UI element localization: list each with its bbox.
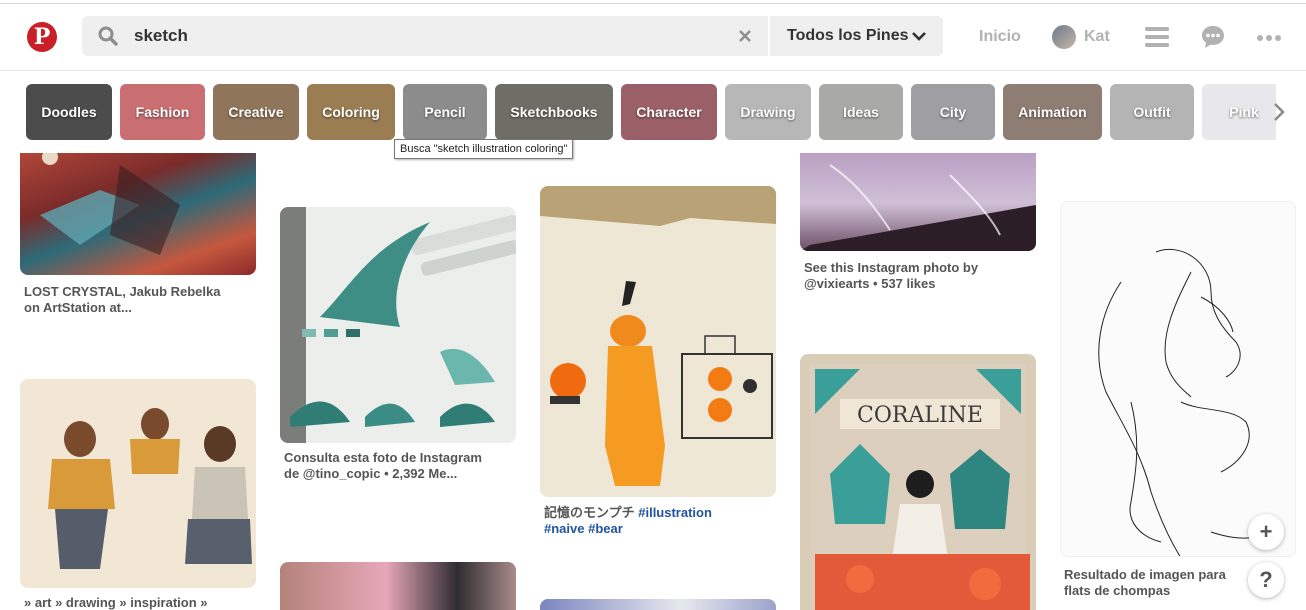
chip-pink[interactable]: Pink [1202, 84, 1276, 140]
pinterest-logo-icon[interactable]: P [27, 22, 57, 52]
scope-label: Todos los Pines [787, 27, 909, 44]
illustration-image [1098, 248, 1257, 556]
pin-image[interactable] [1060, 201, 1296, 557]
hashtag-link[interactable]: #illustration [638, 505, 712, 520]
illustration-image [40, 153, 180, 255]
pin-image[interactable] [540, 599, 776, 610]
pin-description-text: 記憶のモンプチ [544, 505, 639, 520]
header: P Todos los Pines Inicio Kat [0, 4, 1306, 71]
nav-home-link[interactable]: Inicio [979, 28, 1021, 46]
scope-dropdown[interactable]: Todos los Pines [769, 16, 943, 56]
clear-icon[interactable] [736, 27, 754, 45]
pin-description: Consulta esta foto de Instagram de @tino… [284, 450, 482, 481]
pin-card[interactable]: See this Instagram photo by @vixiearts •… [800, 153, 1036, 313]
illustration-image [280, 207, 516, 443]
add-pin-button[interactable]: + [1248, 514, 1284, 550]
pin-image[interactable] [280, 207, 516, 443]
chevron-right-icon[interactable] [1271, 102, 1287, 122]
chip-coloring[interactable]: Coloring [307, 84, 395, 140]
search-bar [82, 16, 768, 56]
chip-city[interactable]: City [911, 84, 995, 140]
pin-image[interactable] [800, 153, 1036, 251]
illustration-image: CORALINE [810, 364, 1030, 610]
chip-creative[interactable]: Creative [213, 84, 299, 140]
chip-fashion[interactable]: Fashion [120, 84, 205, 140]
menu-icon[interactable] [1145, 26, 1169, 48]
pin-description: LOST CRYSTAL, Jakub Rebelka on ArtStatio… [24, 284, 221, 315]
pin-image[interactable] [280, 562, 516, 610]
pin-feed: LOST CRYSTAL, Jakub Rebelka on ArtStatio… [0, 153, 1306, 610]
pin-image[interactable] [20, 153, 256, 275]
pin-card[interactable]: 記憶のモンプチ #illustration #naive #bear [540, 186, 776, 546]
illustration-image [48, 408, 252, 569]
pin-image[interactable]: CORALINE [800, 354, 1036, 610]
chip-pencil[interactable]: Pencil [403, 84, 487, 140]
pin-description: 記憶のモンプチ #illustration #naive #bear [544, 505, 769, 537]
pin-card[interactable] [540, 599, 776, 610]
pin-card[interactable]: CORALINE [800, 354, 1036, 610]
pin-description: Resultado de imagen para flats de chompa… [1064, 567, 1226, 598]
avatar[interactable] [1052, 25, 1076, 49]
pin-card[interactable] [280, 562, 516, 610]
pin-card[interactable]: Consulta esta foto de Instagram de @tino… [280, 207, 516, 507]
pin-card[interactable]: LOST CRYSTAL, Jakub Rebelka on ArtStatio… [20, 153, 256, 323]
pin-image[interactable] [540, 186, 776, 497]
help-button[interactable]: ? [1248, 562, 1284, 598]
chip-ideas[interactable]: Ideas [819, 84, 903, 140]
chip-drawing[interactable]: Drawing [725, 84, 811, 140]
tooltip: Busca "sketch illustration coloring" [394, 139, 574, 159]
user-name-link[interactable]: Kat [1084, 28, 1110, 46]
svg-text:CORALINE: CORALINE [857, 403, 983, 428]
pin-description: See this Instagram photo by @vixiearts •… [804, 260, 979, 291]
chip-outfit[interactable]: Outfit [1110, 84, 1194, 140]
pin-description: » art » drawing » inspiration » [24, 595, 208, 610]
guided-search-chips: Doodles Fashion Creative Coloring Pencil… [26, 84, 1276, 140]
pin-card[interactable]: » art » drawing » inspiration » [20, 379, 256, 610]
more-icon[interactable] [1257, 34, 1281, 42]
chip-character[interactable]: Character [621, 84, 717, 140]
chip-sketchbooks[interactable]: Sketchbooks [495, 84, 613, 140]
pin-image[interactable] [20, 379, 256, 588]
chevron-down-icon [912, 32, 926, 41]
chip-animation[interactable]: Animation [1003, 84, 1102, 140]
hashtag-link[interactable]: #naive #bear [544, 521, 623, 536]
chat-icon[interactable] [1201, 25, 1225, 49]
search-input[interactable] [134, 16, 724, 56]
chip-doodles[interactable]: Doodles [26, 84, 112, 140]
illustration-image [800, 164, 1036, 251]
illustration-image [540, 186, 776, 486]
search-icon[interactable] [98, 26, 118, 46]
